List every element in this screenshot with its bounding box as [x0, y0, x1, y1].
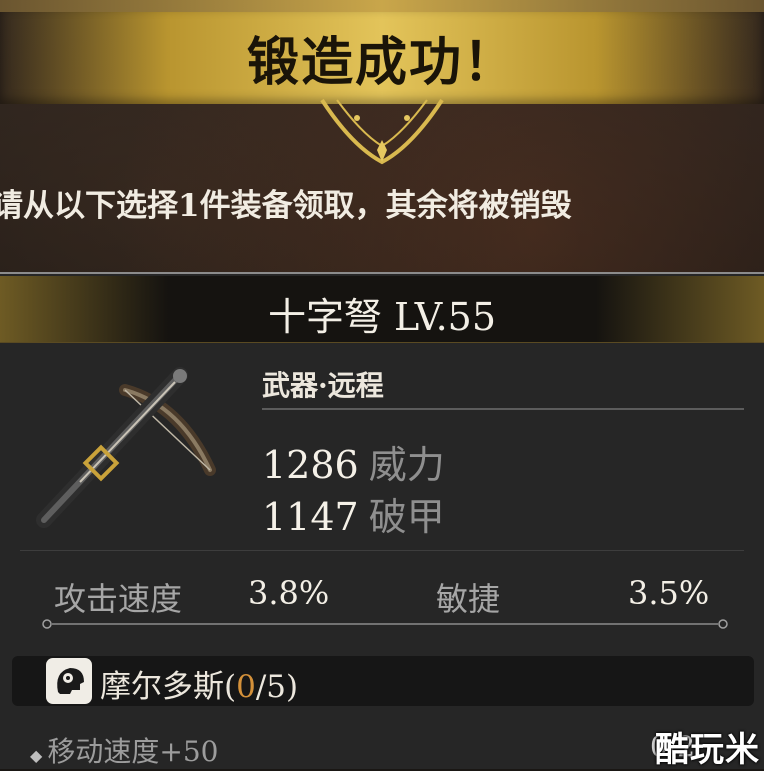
- set-count-open: (: [224, 669, 237, 705]
- item-name: 十字弩 LV.55: [267, 295, 497, 339]
- banner-ornament-icon: [320, 98, 444, 165]
- instruction-text: 请从以下选择1件装备领取，其余将被销毁: [0, 188, 572, 224]
- item-category: 武器·远程: [262, 369, 384, 402]
- divider: [262, 408, 744, 410]
- set-count-current: 0: [236, 669, 256, 705]
- watermark: 酷玩米: [655, 730, 760, 770]
- stat-armor-break: 1147 破甲: [262, 486, 445, 541]
- set-name: 摩尔多斯(0/5): [100, 661, 298, 706]
- sub-stat-value: 3.8%: [248, 574, 330, 612]
- set-count-rest: /5): [255, 669, 299, 705]
- stat-label: 威力: [368, 443, 445, 487]
- set-effect: ◆ 移动速度+50: [30, 730, 218, 770]
- stat-value: 1286: [262, 443, 359, 487]
- set-name-text: 摩尔多斯: [100, 669, 224, 705]
- crossbow-icon: [36, 367, 216, 528]
- ornamental-divider-icon: [42, 619, 728, 629]
- top-frame-strip: [0, 0, 764, 12]
- divider: [20, 550, 744, 551]
- set-helmet-icon: [46, 658, 92, 704]
- bullet-diamond-icon: ◆: [30, 746, 48, 765]
- set-effect-text: 移动速度+50: [47, 735, 219, 768]
- stat-value: 1147: [262, 495, 359, 539]
- stat-power: 1286 威力: [262, 434, 445, 489]
- stat-label: 破甲: [368, 495, 445, 539]
- sub-stat-value: 3.5%: [628, 574, 710, 612]
- popup-title: 锻造成功！: [246, 32, 517, 93]
